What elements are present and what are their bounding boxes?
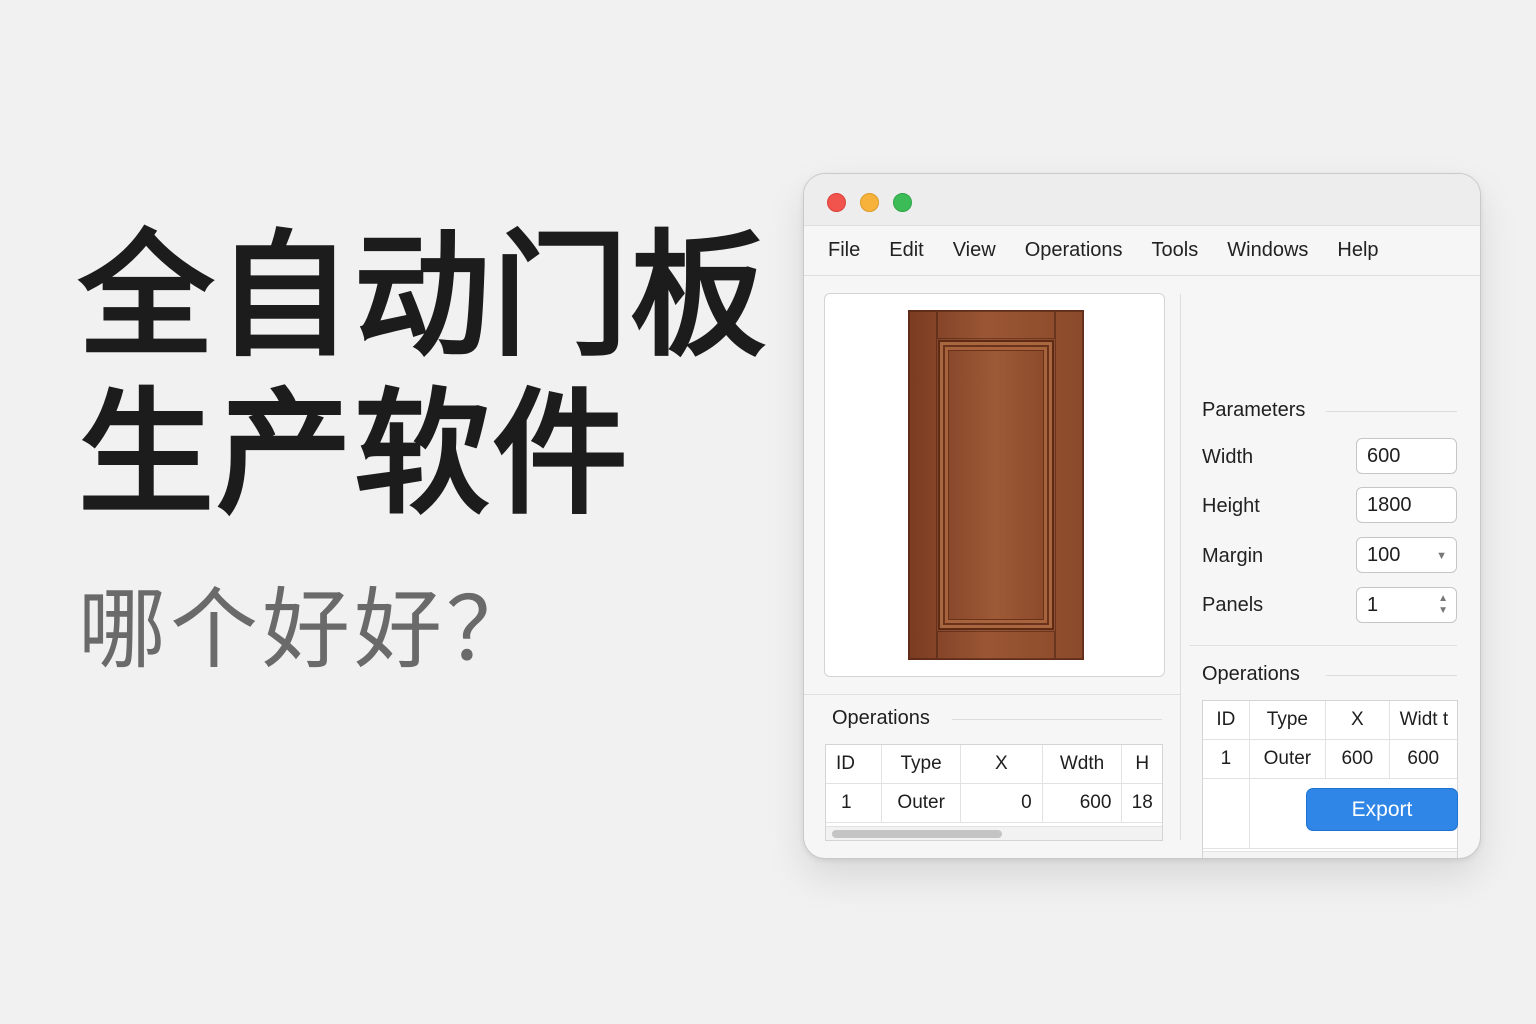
horizontal-scrollbar[interactable]: [1203, 851, 1457, 859]
menu-view[interactable]: View: [953, 239, 996, 262]
cell-x: 600: [1326, 740, 1390, 778]
headline-line-2: 生产软件: [78, 376, 630, 534]
menu-help[interactable]: Help: [1337, 239, 1378, 262]
minimize-window-button[interactable]: [860, 193, 879, 212]
width-input[interactable]: 600: [1356, 438, 1457, 474]
width-label: Width: [1202, 446, 1254, 468]
headline: 全自动门板 生产软件 哪个好好？: [78, 218, 768, 680]
operations-right-title: Operations: [1202, 663, 1300, 685]
export-button[interactable]: Export: [1306, 788, 1458, 831]
cell-type: Outer: [1250, 740, 1327, 778]
menu-bar: File Edit View Operations Tools Windows …: [804, 226, 1480, 276]
app-window: File Edit View Operations Tools Windows …: [803, 173, 1481, 859]
operations-left-table: ID Type X Wdth H 1 Outer 0 600 18: [825, 744, 1163, 841]
empty-cell: [1203, 779, 1250, 848]
horizontal-scrollbar[interactable]: [826, 826, 1162, 840]
cell-type: Outer: [882, 784, 962, 822]
panels-stepper-value: 1: [1367, 593, 1379, 616]
menu-operations[interactable]: Operations: [1025, 239, 1123, 262]
divider: [1326, 411, 1457, 412]
column-header-height[interactable]: H: [1122, 745, 1162, 783]
door-left-stile: [909, 311, 937, 659]
scrollbar-thumb[interactable]: [832, 830, 1002, 838]
column-header-x[interactable]: X: [961, 745, 1043, 783]
door-bottom-rail: [937, 631, 1055, 659]
divider: [952, 719, 1162, 720]
height-input[interactable]: 1800: [1356, 487, 1457, 523]
close-window-button[interactable]: [827, 193, 846, 212]
column-header-id[interactable]: ID: [1203, 701, 1250, 739]
zoom-window-button[interactable]: [893, 193, 912, 212]
scrollbar-thumb[interactable]: [1209, 858, 1316, 859]
column-header-x[interactable]: X: [1326, 701, 1390, 739]
menu-tools[interactable]: Tools: [1152, 239, 1199, 262]
column-header-type[interactable]: Type: [882, 745, 961, 783]
door-raised-panel: [938, 340, 1054, 630]
divider: [1189, 645, 1457, 646]
operations-left-title: Operations: [832, 707, 930, 729]
page: 全自动门板 生产软件 哪个好好？ File Edit View Operatio…: [0, 0, 1536, 1024]
margin-select-value: 100: [1367, 543, 1401, 566]
margin-label: Margin: [1202, 545, 1264, 567]
margin-select[interactable]: 100 ▼: [1356, 537, 1457, 573]
cell-width: 600: [1043, 784, 1123, 822]
table-header-row: ID Type X Wdth H: [826, 745, 1162, 784]
column-header-id[interactable]: ID: [826, 745, 883, 783]
menu-edit[interactable]: Edit: [889, 239, 923, 262]
panels-label: Panels: [1202, 594, 1264, 616]
door-right-stile: [1055, 311, 1083, 659]
headline-subtitle: 哪个好好？: [78, 578, 539, 681]
door-panel-image: [908, 310, 1084, 660]
cell-id: 1: [1203, 740, 1250, 778]
cell-x: 0: [961, 784, 1043, 822]
window-body: Operations ID Type X Wdth H 1 Outer 0 60…: [804, 276, 1480, 858]
cell-height: 18: [1131, 792, 1153, 813]
menu-file[interactable]: File: [828, 239, 860, 262]
menu-windows[interactable]: Windows: [1227, 239, 1308, 262]
headline-line-1: 全自动门板: [78, 218, 768, 376]
table-row[interactable]: 1 Outer 600 600: [1203, 740, 1457, 779]
operations-right-table: ID Type X Widt t 1 Outer 600 600: [1202, 700, 1458, 859]
cell-width: 600: [1407, 748, 1440, 769]
column-header-width[interactable]: Widt t: [1390, 701, 1457, 739]
door-preview: [824, 293, 1165, 677]
divider: [1326, 675, 1457, 676]
stepper-arrows-icon[interactable]: ▲ ▼: [1438, 593, 1448, 617]
column-header-type[interactable]: Type: [1250, 701, 1327, 739]
table-row[interactable]: 1 Outer 0 600 18: [826, 784, 1162, 823]
parameters-title: Parameters: [1202, 399, 1306, 421]
panels-stepper[interactable]: 1 ▲ ▼: [1356, 587, 1457, 623]
chevron-down-icon: ▼: [1436, 550, 1447, 562]
panel-divider: [1180, 294, 1181, 840]
door-top-rail: [937, 311, 1055, 339]
cell-id: 1: [826, 784, 883, 822]
height-label: Height: [1202, 495, 1260, 517]
title-bar: [804, 174, 1480, 226]
table-header-row: ID Type X Widt t: [1203, 701, 1457, 740]
divider: [804, 694, 1180, 695]
column-header-width[interactable]: Wdth: [1043, 745, 1123, 783]
